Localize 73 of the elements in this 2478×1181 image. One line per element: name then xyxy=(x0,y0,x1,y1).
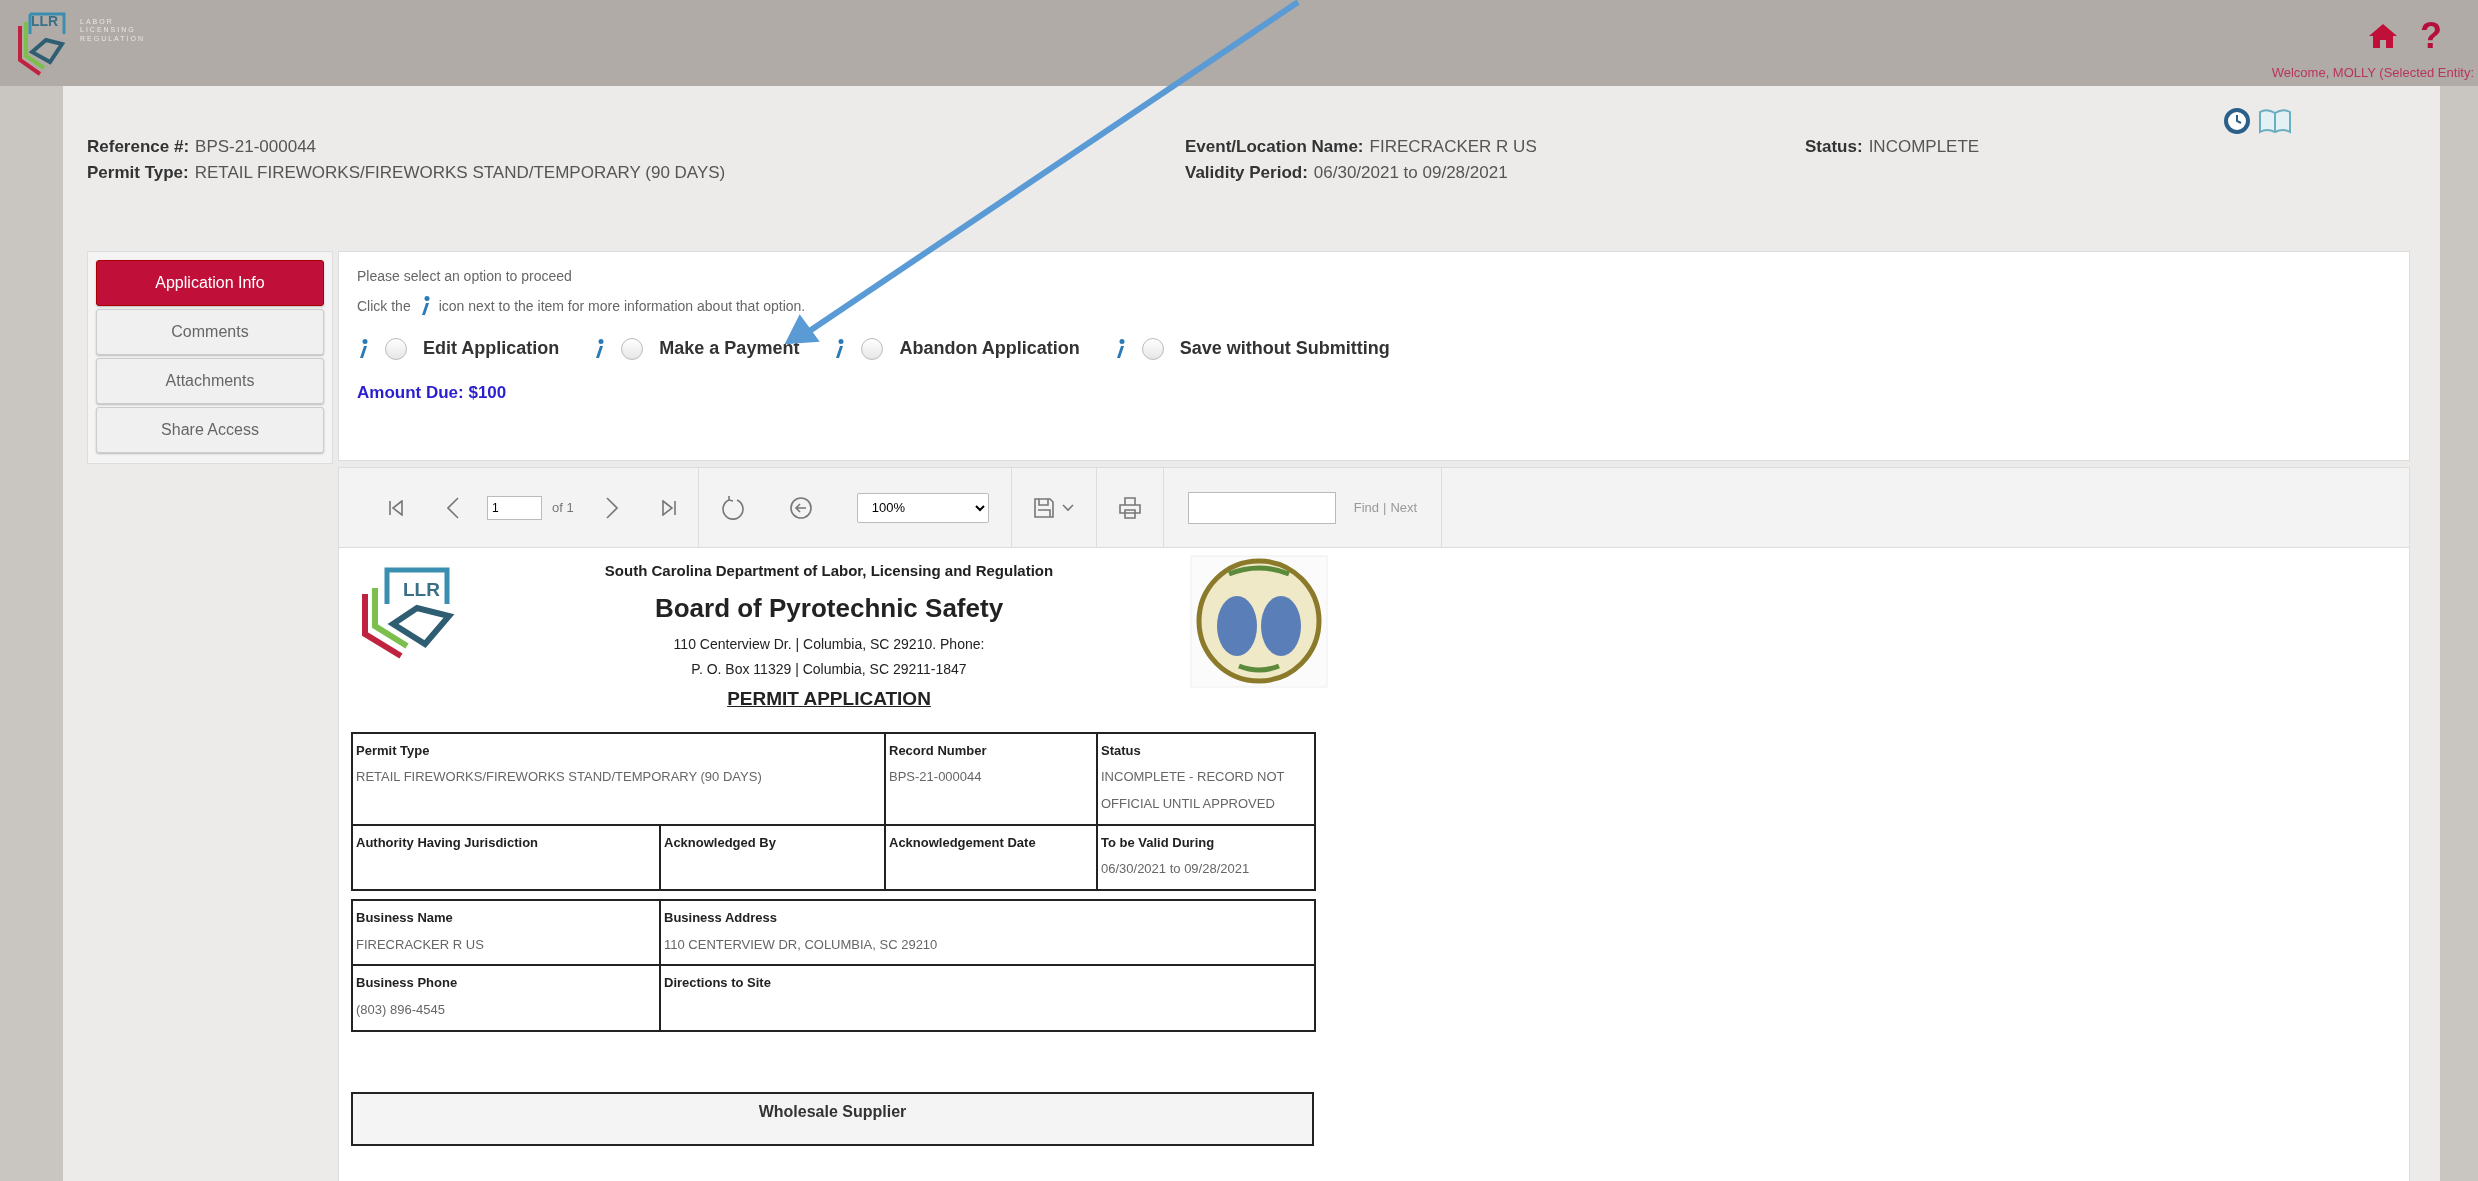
cell-value: INCOMPLETE - RECORD NOT OFFICIAL UNTIL APPROVED xyxy=(1101,768,1286,814)
amount-due: Amount Due: $100 xyxy=(357,382,508,404)
field-value: RETAIL FIREWORKS/FIREWORKS STAND/TEMPORARY (90 DAYS) xyxy=(194,162,726,182)
cell-value: 06/30/2021 to 09/28/2021 xyxy=(1101,860,1251,879)
find-field[interactable] xyxy=(1187,491,1336,524)
refresh-icon[interactable] xyxy=(720,494,745,521)
logo-text: LLR xyxy=(31,14,59,28)
prompt-text: Please select an option to proceed xyxy=(357,267,573,286)
option-label[interactable]: Edit Application xyxy=(423,335,560,362)
cell-label: Authority Having Jurisdiction xyxy=(356,833,539,852)
side-tab[interactable]: Attachments xyxy=(96,358,324,404)
caret-icon[interactable] xyxy=(1061,503,1074,512)
cell-value: RETAIL FIREWORKS/FIREWORKS STAND/TEMPORARY (90 DAYS) xyxy=(356,768,763,787)
field-value: FIRECRACKER R US xyxy=(1369,137,1537,156)
info-icon[interactable] xyxy=(357,337,369,360)
cell-value: (803) 896-4545 xyxy=(356,1000,446,1019)
address-line: 110 Centerview Dr. | Columbia, SC 29210. Phone: xyxy=(672,634,986,654)
side-tab[interactable]: Comments xyxy=(96,309,324,355)
home-icon[interactable] xyxy=(2368,23,2398,49)
cell-label: Business Phone xyxy=(356,974,459,993)
field-value: INCOMPLETE xyxy=(1868,137,1980,156)
radio-button[interactable] xyxy=(621,337,644,360)
cell-label: Business Name xyxy=(356,909,454,927)
back-icon[interactable] xyxy=(788,495,813,520)
cell-label: Directions to Site xyxy=(664,974,772,993)
cell-label: To be Valid During xyxy=(1101,833,1216,852)
field-value: 06/30/2021 to 09/28/2021 xyxy=(1313,162,1508,182)
field-label: Permit Type: xyxy=(87,162,189,182)
side-tab[interactable]: Application Info xyxy=(96,260,324,306)
cell-label: Acknowledged By xyxy=(664,833,777,852)
info-icon[interactable] xyxy=(833,337,846,360)
logo-text: LLR xyxy=(403,580,440,599)
zoom-dropdown[interactable]: 100% xyxy=(856,492,989,523)
radio-button[interactable] xyxy=(385,337,407,360)
page-count: of 1 xyxy=(552,498,574,517)
hint-text: icon next to the item for more information about that option. xyxy=(438,296,806,316)
page-field[interactable]: 1 xyxy=(487,495,542,520)
cell-value: BPS-21-000044 xyxy=(889,768,983,787)
form-title: PERMIT APPLICATION xyxy=(726,687,932,712)
info-icon[interactable] xyxy=(593,337,606,360)
cell-value: FIRECRACKER R US xyxy=(356,935,485,954)
field-label: Event/Location Name: xyxy=(1185,137,1364,156)
last-page-icon[interactable] xyxy=(661,499,676,516)
cell-label: Permit Type xyxy=(356,741,431,760)
radio-button[interactable] xyxy=(861,337,884,360)
hint-text: Click the xyxy=(357,296,411,316)
cell-value: 110 CENTERVIEW DR, COLUMBIA, SC 29210 xyxy=(664,935,939,954)
field-label: Reference #: xyxy=(87,137,190,156)
clock-icon[interactable] xyxy=(2224,108,2250,134)
address-line: P. O. Box 11329 | Columbia, SC 29211-1847 xyxy=(690,660,968,680)
previous-page-icon[interactable] xyxy=(447,496,459,519)
side-tab[interactable]: Share Access xyxy=(96,407,324,453)
cell-label: Business Address xyxy=(664,909,778,927)
save-icon[interactable] xyxy=(1033,497,1054,518)
field-value: BPS-21-000044 xyxy=(195,137,317,156)
board-name: Board of Pyrotechnic Safety xyxy=(653,591,1005,625)
book-icon[interactable] xyxy=(2258,106,2292,134)
cell-label: Acknowledgement Date xyxy=(889,833,1037,852)
option-label[interactable]: Make a Payment xyxy=(659,335,800,362)
field-label: Status: xyxy=(1805,137,1863,156)
separator-text: | xyxy=(1383,498,1387,517)
cell-label: Status xyxy=(1101,741,1142,760)
field-label: Validity Period: xyxy=(1185,162,1308,182)
welcome-text: Welcome, MOLLY (Selected Entity: xyxy=(2271,64,2474,82)
next-page-icon[interactable] xyxy=(605,496,618,519)
option-label[interactable]: Abandon Application xyxy=(899,335,1080,362)
radio-button[interactable] xyxy=(1141,337,1164,360)
cell-label: Record Number xyxy=(889,741,988,760)
option-label[interactable]: Save without Submitting xyxy=(1179,335,1390,362)
section-heading: Wholesale Supplier xyxy=(351,1091,1314,1146)
first-page-icon[interactable] xyxy=(389,499,403,516)
agency-name: South Carolina Department of Labor, Licensing and Regulation xyxy=(603,561,1055,581)
print-icon[interactable] xyxy=(1118,496,1141,519)
